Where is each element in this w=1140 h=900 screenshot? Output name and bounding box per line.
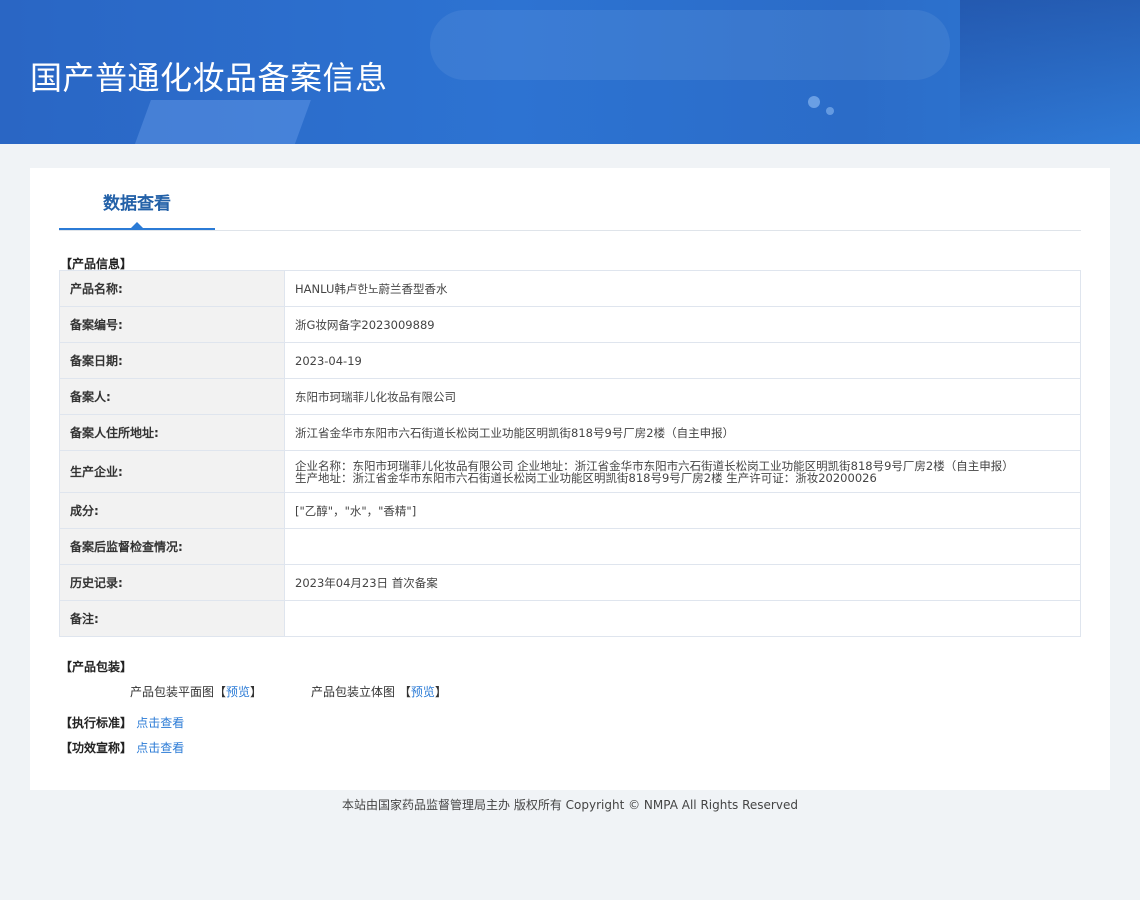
tab-label: 数据查看 (103, 194, 171, 214)
row-label: 生产企业: (59, 450, 285, 493)
row-label: 成分: (59, 492, 285, 529)
bracket: 】 (250, 685, 263, 699)
bracket: 】 (434, 685, 447, 699)
table-row: 备案编号: 浙G妆网备字2023009889 (59, 306, 1081, 343)
row-value: HANLU韩卢한노蔚兰香型香水 (284, 270, 1081, 307)
table-row: 备案后监督检查情况: (59, 528, 1081, 565)
table-row: 产品名称: HANLU韩卢한노蔚兰香型香水 (59, 270, 1081, 307)
header-banner: 国产普通化妆品备案信息 (0, 0, 1140, 144)
flat-preview-link[interactable]: 预览 (226, 685, 250, 699)
row-value: 企业名称：东阳市珂瑞菲儿化妆品有限公司 企业地址：浙江省金华市东阳市六石街道长松… (284, 450, 1081, 493)
banner-decoration (129, 100, 311, 144)
tab-active-caret (131, 222, 143, 228)
table-row: 备案人住所地址: 浙江省金华市东阳市六石街道长松岗工业功能区明凯街818号9号厂… (59, 414, 1081, 451)
banner-decoration (430, 10, 950, 80)
bracket: 【 (398, 685, 411, 699)
row-value: 浙江省金华市东阳市六石街道长松岗工业功能区明凯街818号9号厂房2楼（自主申报） (284, 414, 1081, 451)
tab-data-view[interactable]: 数据查看 (59, 168, 215, 230)
product-info-table: 产品名称: HANLU韩卢한노蔚兰香型香水 备案编号: 浙G妆网备字202300… (59, 270, 1081, 637)
row-label: 备案人: (59, 378, 285, 415)
table-row: 成分: ["乙醇"，"水"，"香精"] (59, 492, 1081, 529)
footer-copyright: 本站由国家药品监督管理局主办 版权所有 Copyright © NMPA All… (342, 798, 798, 812)
table-row: 备案人: 东阳市珂瑞菲儿化妆品有限公司 (59, 378, 1081, 415)
row-value (284, 600, 1081, 637)
standard-row: 【执行标准】 点击查看 (60, 714, 184, 731)
row-value: 2023-04-19 (284, 342, 1081, 379)
row-value: 东阳市珂瑞菲儿化妆品有限公司 (284, 378, 1081, 415)
row-label: 备案编号: (59, 306, 285, 343)
banner-decoration (808, 96, 820, 108)
packaging-heading: 【产品包装】 (60, 660, 133, 674)
packaging-solid: 产品包装立体图 【预览】 (311, 683, 447, 700)
banner-decoration (826, 107, 834, 115)
packaging-flat: 产品包装平面图【预览】 (130, 683, 262, 700)
banner-decoration (960, 0, 1140, 144)
row-value: ["乙醇"，"水"，"香精"] (284, 492, 1081, 529)
standard-heading: 【执行标准】 (60, 716, 133, 730)
bracket: 【 (214, 685, 227, 699)
efficacy-view-link[interactable]: 点击查看 (136, 741, 184, 755)
row-value (284, 528, 1081, 565)
content-card: 数据查看 【产品信息】 产品名称: HANLU韩卢한노蔚兰香型香水 备案编号: … (30, 168, 1110, 790)
row-label: 备案日期: (59, 342, 285, 379)
table-row: 备案日期: 2023-04-19 (59, 342, 1081, 379)
row-label: 备案人住所地址: (59, 414, 285, 451)
packaging-solid-label: 产品包装立体图 (311, 685, 396, 699)
efficacy-heading: 【功效宣称】 (60, 741, 133, 755)
standard-view-link[interactable]: 点击查看 (136, 716, 184, 730)
row-value: 浙G妆网备字2023009889 (284, 306, 1081, 343)
solid-preview-link[interactable]: 预览 (411, 685, 435, 699)
efficacy-row: 【功效宣称】 点击查看 (60, 739, 184, 756)
page-title: 国产普通化妆品备案信息 (30, 59, 388, 97)
packaging-flat-label: 产品包装平面图 (130, 685, 215, 699)
table-row: 备注: (59, 600, 1081, 637)
row-value: 2023年04月23日 首次备案 (284, 564, 1081, 601)
row-label: 产品名称: (59, 270, 285, 307)
tab-bar: 数据查看 (59, 168, 1081, 231)
row-label: 备案后监督检查情况: (59, 528, 285, 565)
table-row: 生产企业: 企业名称：东阳市珂瑞菲儿化妆品有限公司 企业地址：浙江省金华市东阳市… (59, 450, 1081, 493)
row-label: 备注: (59, 600, 285, 637)
table-row: 历史记录: 2023年04月23日 首次备案 (59, 564, 1081, 601)
row-label: 历史记录: (59, 564, 285, 601)
